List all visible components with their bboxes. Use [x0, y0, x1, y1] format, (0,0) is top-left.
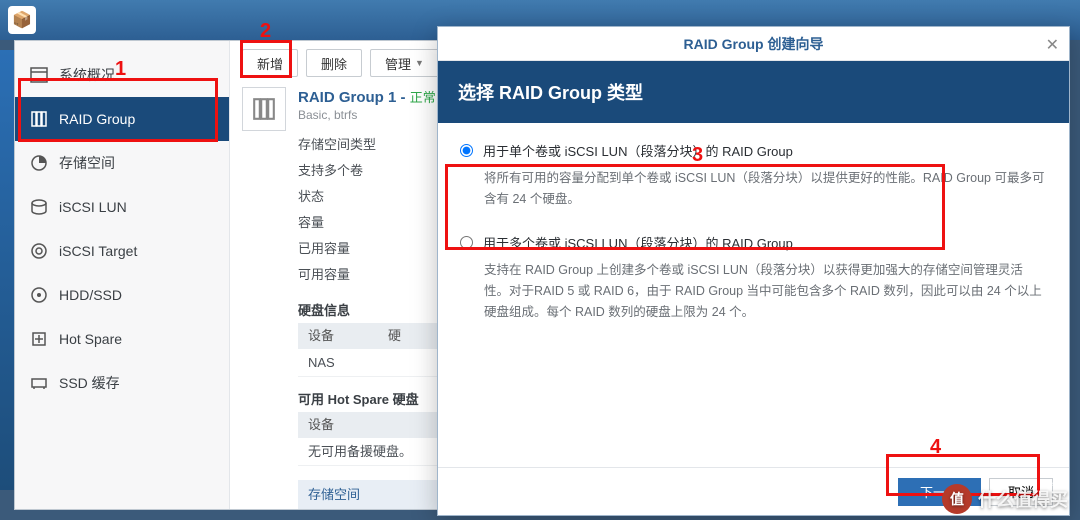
delete-button[interactable]: 删除 — [306, 49, 362, 77]
sidebar-item-ssd-cache[interactable]: SSD 缓存 — [15, 361, 229, 405]
lun-icon — [29, 197, 49, 217]
status-badge: 正常 — [410, 90, 436, 105]
wizard-body: 用于单个卷或 iSCSI LUN（段落分块）的 RAID Group 将所有可用… — [438, 123, 1069, 467]
sidebar-item-label: iSCSI Target — [59, 243, 137, 259]
sidebar-item-overview[interactable]: 系统概况 — [15, 53, 229, 97]
option-label: 用于单个卷或 iSCSI LUN（段落分块）的 RAID Group — [483, 141, 793, 160]
spare-icon — [29, 329, 49, 349]
disk-icon — [29, 285, 49, 305]
taskbar-app-icon[interactable]: 📦 — [8, 6, 36, 34]
raid-icon — [29, 109, 49, 129]
target-icon — [29, 241, 49, 261]
sidebar-item-label: 系统概况 — [59, 65, 115, 85]
watermark: 值 什么值得买 — [942, 484, 1068, 514]
watermark-badge: 值 — [942, 484, 972, 514]
sidebar-item-storage[interactable]: 存储空间 — [15, 141, 229, 185]
desktop-left-strip — [0, 50, 14, 490]
wizard-banner: 选择 RAID Group 类型 — [438, 61, 1069, 123]
wizard-header: RAID Group 创建向导 ✕ — [438, 27, 1069, 61]
option-single-volume[interactable]: 用于单个卷或 iSCSI LUN（段落分块）的 RAID Group — [460, 141, 1047, 160]
radio-multi[interactable] — [460, 236, 473, 249]
storage-icon — [29, 153, 49, 173]
manage-label: 管理 — [385, 54, 411, 73]
close-icon[interactable]: ✕ — [1046, 35, 1059, 55]
sidebar-item-label: iSCSI LUN — [59, 199, 127, 215]
sidebar: 系统概况 RAID Group 存储空间 iSCSI LUN iSCSI Tar… — [15, 41, 230, 509]
option-desc: 支持在 RAID Group 上创建多个卷或 iSCSI LUN（段落分块）以获… — [484, 260, 1047, 324]
raid-panel-icon — [242, 87, 286, 131]
sidebar-item-label: Hot Spare — [59, 331, 122, 347]
sidebar-item-iscsi-lun[interactable]: iSCSI LUN — [15, 185, 229, 229]
wizard-title: RAID Group 创建向导 — [684, 34, 824, 54]
sidebar-item-hot-spare[interactable]: Hot Spare — [15, 317, 229, 361]
radio-single[interactable] — [460, 144, 473, 157]
option-desc: 将所有可用的容量分配到单个卷或 iSCSI LUN（段落分块）以提供更好的性能。… — [484, 168, 1047, 211]
option-multi-volume[interactable]: 用于多个卷或 iSCSI LUN（段落分块）的 RAID Group — [460, 233, 1047, 252]
overview-icon — [29, 65, 49, 85]
sidebar-item-label: SSD 缓存 — [59, 373, 120, 393]
ssd-icon — [29, 373, 49, 393]
sidebar-item-hdd-ssd[interactable]: HDD/SSD — [15, 273, 229, 317]
sidebar-item-label: HDD/SSD — [59, 287, 122, 303]
option-label: 用于多个卷或 iSCSI LUN（段落分块）的 RAID Group — [483, 233, 793, 252]
sidebar-item-iscsi-target[interactable]: iSCSI Target — [15, 229, 229, 273]
manage-button[interactable]: 管理 ▼ — [370, 49, 439, 77]
sidebar-item-raid-group[interactable]: RAID Group — [15, 97, 229, 141]
sidebar-item-label: RAID Group — [59, 111, 135, 127]
watermark-text: 什么值得买 — [978, 486, 1068, 512]
add-button[interactable]: 新增 — [242, 49, 298, 77]
chevron-down-icon: ▼ — [415, 58, 424, 68]
sidebar-item-label: 存储空间 — [59, 153, 115, 173]
raid-create-wizard: RAID Group 创建向导 ✕ 选择 RAID Group 类型 用于单个卷… — [437, 26, 1070, 516]
